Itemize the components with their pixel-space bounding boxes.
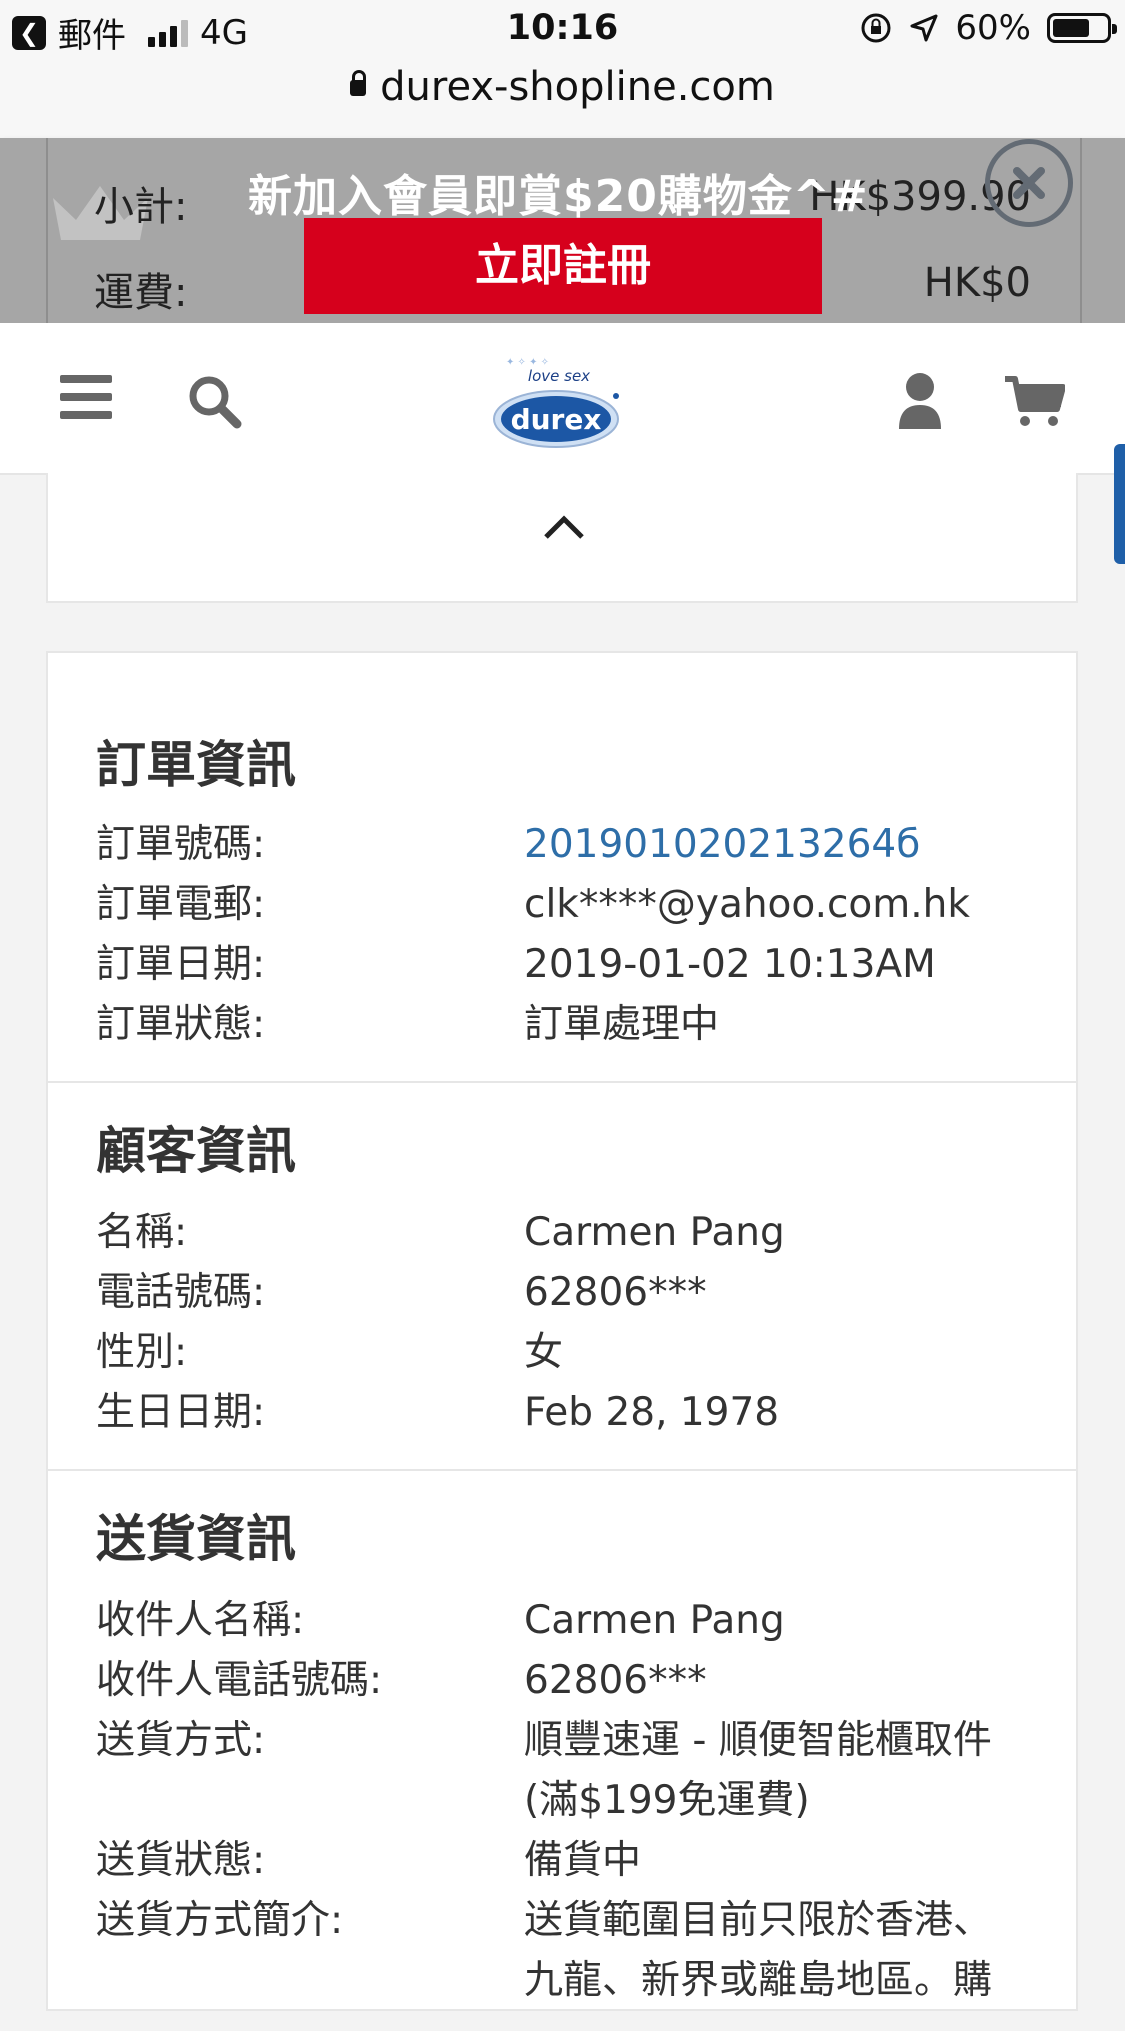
customer-info-section: 顧客資訊 名稱: Carmen Pang 電話號碼: 62806*** 性別: …: [48, 1083, 1076, 1471]
battery-percent: 60%: [955, 8, 1031, 48]
recipient-phone-value: 62806***: [524, 1658, 707, 1703]
customer-info-title: 顧客資訊: [96, 1122, 296, 1180]
order-info-section: 訂單資訊 訂單號碼: 201901020213264б 訂單電郵: clk***…: [48, 653, 1076, 1083]
battery-icon: [1047, 13, 1117, 43]
logo-tagline: love sex: [528, 367, 590, 385]
close-icon[interactable]: [985, 139, 1073, 227]
order-date-label: 訂單日期:: [96, 942, 266, 987]
search-icon[interactable]: [186, 373, 242, 429]
subtotal-label: 小計:: [94, 184, 188, 230]
delivery-method-note: (滿$199免運費): [524, 1778, 810, 1823]
site-header: ✦ ✧ ✦ ✧ love sex durex: [0, 323, 1125, 475]
delivery-status-label: 送貨狀態:: [96, 1838, 266, 1883]
shopping-cart-icon[interactable]: [1003, 373, 1065, 429]
url-text[interactable]: durex-shopline.com: [380, 64, 775, 110]
order-email-value: clk****@yahoo.com.hk: [524, 882, 970, 927]
order-number-link[interactable]: 201901020213264б: [524, 815, 1044, 875]
promo-headline: 新加入會員即賞$20購物金^#: [248, 171, 869, 222]
order-details-card: 訂單資訊 訂單號碼: 201901020213264б 訂單電郵: clk***…: [46, 651, 1078, 2011]
promo-banner: 小計: HK$399.90 運費: HK$0 新加入會員即賞$20購物金^# 立…: [0, 138, 1125, 323]
chevron-up-icon[interactable]: [542, 513, 586, 541]
collapse-panel: [46, 473, 1078, 603]
order-info-title: 訂單資訊: [96, 736, 296, 794]
status-bar: ❮ 郵件 4G 10:16 60%: [0, 0, 1125, 62]
lock-icon: [350, 70, 367, 96]
hamburger-menu-icon[interactable]: [60, 375, 112, 419]
url-bar[interactable]: durex-shopline.com: [0, 62, 1125, 138]
delivery-description-label: 送貨方式簡介:: [96, 1898, 344, 1943]
delivery-info-title: 送貨資訊: [96, 1510, 296, 1568]
delivery-description-line2: 九龍、新界或離島地區。購: [524, 1958, 993, 2003]
delivery-status-value: 備貨中: [524, 1838, 642, 1883]
customer-gender-value: 女: [524, 1330, 564, 1375]
delivery-method-label: 送貨方式:: [96, 1718, 266, 1763]
delivery-info-section: 送貨資訊 收件人名稱: Carmen Pang 收件人電話號碼: 62806**…: [48, 1471, 1076, 2031]
recipient-name-label: 收件人名稱:: [96, 1598, 305, 1643]
delivery-description-value: 送貨範圍目前只限於香港、: [524, 1898, 993, 1943]
side-tab-handle[interactable]: [1114, 444, 1125, 564]
customer-name-label: 名稱:: [96, 1210, 188, 1255]
order-email-label: 訂單電郵:: [96, 882, 266, 927]
order-date-value: 2019-01-02 10:13AM: [524, 942, 936, 987]
durex-logo[interactable]: ✦ ✧ ✦ ✧ love sex durex: [492, 351, 626, 451]
customer-name-value: Carmen Pang: [524, 1210, 785, 1255]
location-arrow-icon: [910, 14, 938, 42]
customer-phone-label: 電話號碼:: [96, 1270, 266, 1315]
shipping-value: HK$0: [923, 260, 1031, 306]
order-status-label: 訂單狀態:: [96, 1002, 266, 1047]
user-account-icon[interactable]: [897, 371, 943, 431]
register-button[interactable]: 立即註冊: [304, 218, 822, 314]
rotation-lock-icon: [861, 13, 891, 43]
customer-gender-label: 性別:: [96, 1330, 188, 1375]
recipient-phone-label: 收件人電話號碼:: [96, 1658, 383, 1703]
order-status-value: 訂單處理中: [524, 1002, 720, 1047]
logo-brand: durex: [511, 403, 602, 436]
customer-birthday-label: 生日日期:: [96, 1390, 266, 1435]
order-number-label: 訂單號碼:: [96, 822, 266, 867]
customer-phone-value: 62806***: [524, 1270, 707, 1315]
customer-birthday-value: Feb 28, 1978: [524, 1390, 780, 1435]
shipping-label: 運費:: [94, 270, 188, 316]
recipient-name-value: Carmen Pang: [524, 1598, 785, 1643]
delivery-method-value: 順豐速運 - 順便智能櫃取件: [524, 1718, 992, 1763]
